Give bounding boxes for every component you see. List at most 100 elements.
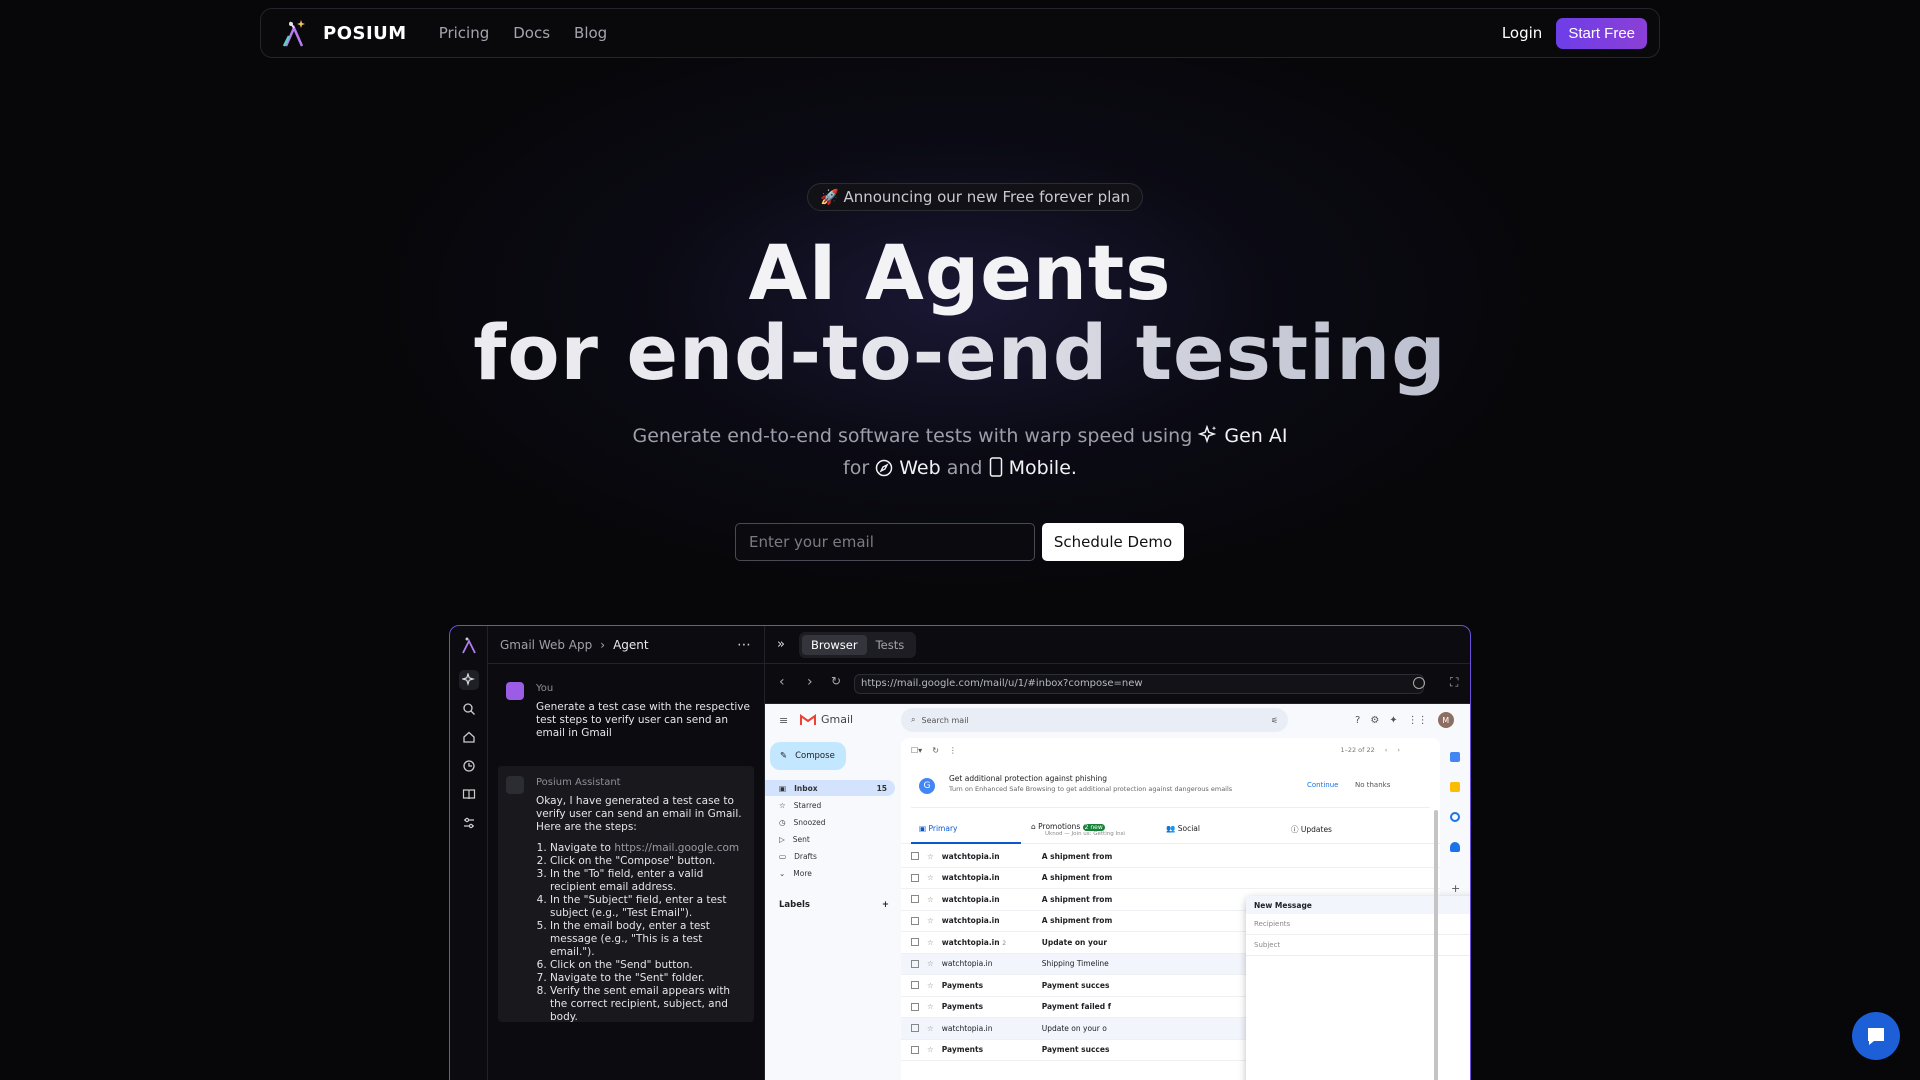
rail-settings-sliders-icon[interactable]: [459, 813, 479, 833]
row-checkbox[interactable]: [911, 895, 919, 904]
nav-link-pricing[interactable]: Pricing: [439, 24, 490, 42]
assistant-intro: Okay, I have generated a test case to ve…: [536, 795, 742, 833]
assistant-label: Posium Assistant: [536, 777, 621, 788]
gmail-nav-drafts[interactable]: ▭ Drafts: [765, 848, 895, 864]
row-star-icon[interactable]: ☆: [927, 852, 934, 861]
gmail-nav-more[interactable]: ⌄ More: [765, 865, 895, 881]
list-scrollbar[interactable]: [1434, 810, 1438, 1080]
gmail-nav-snoozed[interactable]: ◷ Snoozed: [765, 814, 895, 830]
hero-title-line2: for end-to-end testing: [0, 308, 1920, 397]
search-icon: ⌕: [911, 715, 916, 724]
gmail-brand: Gmail: [821, 713, 854, 726]
start-free-button[interactable]: Start Free: [1556, 17, 1647, 49]
announcement-badge[interactable]: 🚀 Announcing our new Free forever plan: [807, 183, 1144, 211]
keep-icon[interactable]: [1450, 782, 1460, 792]
compose-label: Compose: [795, 751, 835, 761]
tab-browser[interactable]: Browser: [801, 634, 867, 655]
help-icon[interactable]: ?: [1355, 715, 1360, 726]
row-subject: A shipment from: [1041, 894, 1113, 904]
gmail-nav-starred[interactable]: ☆ Starred: [765, 797, 895, 813]
row-star-icon[interactable]: ☆: [927, 981, 934, 990]
rail-search-icon[interactable]: [459, 699, 479, 719]
add-app-icon[interactable]: +: [1451, 882, 1460, 895]
row-star-icon[interactable]: ☆: [927, 895, 934, 904]
fullscreen-icon[interactable]: ⛶: [1450, 675, 1458, 690]
more-options-icon[interactable]: ⋯: [737, 637, 752, 653]
rail-home-icon[interactable]: [459, 727, 479, 747]
hamburger-menu-icon[interactable]: ≡: [779, 714, 788, 727]
row-checkbox[interactable]: [911, 959, 919, 968]
login-link[interactable]: Login: [1502, 24, 1542, 42]
tab-promotions[interactable]: ⌂ Promotions 2 new Uknod — Join us: Gett…: [1031, 822, 1125, 837]
url-input[interactable]: https://mail.google.com/mail/u/1/#inbox?…: [854, 674, 1424, 694]
refresh-icon[interactable]: ↻: [932, 746, 939, 755]
apps-grid-icon[interactable]: ⋮⋮: [1408, 715, 1428, 726]
rail-agent-sparkle-icon[interactable]: [459, 670, 479, 690]
gemini-sparkle-icon[interactable]: ✦: [1389, 715, 1397, 726]
sparkle-icon: [1198, 425, 1217, 444]
rail-history-icon[interactable]: [459, 756, 479, 776]
account-avatar[interactable]: M: [1437, 712, 1454, 728]
row-checkbox[interactable]: [911, 1045, 919, 1054]
row-checkbox[interactable]: [911, 1024, 919, 1033]
row-sender: watchtopia.in: [941, 873, 1000, 883]
row-star-icon[interactable]: ☆: [927, 1002, 934, 1011]
row-star-icon[interactable]: ☆: [927, 959, 934, 968]
schedule-demo-button[interactable]: Schedule Demo: [1042, 523, 1184, 561]
collapse-panel-icon[interactable]: »: [777, 637, 785, 652]
hero-title-line1: AI Agents: [748, 228, 1172, 317]
email-row[interactable]: ☆ watchtopia.in A shipment from: [901, 868, 1440, 889]
row-checkbox[interactable]: [911, 916, 919, 925]
gmail-nav-sent[interactable]: ▷ Sent: [765, 831, 895, 847]
gmail-search-bar[interactable]: ⌕ Search mail ⚟: [901, 708, 1288, 732]
row-checkbox[interactable]: [911, 938, 919, 947]
site-info-icon[interactable]: [1413, 677, 1425, 689]
row-checkbox[interactable]: [911, 1002, 919, 1011]
test-step: In the "To" field, enter a valid recipie…: [550, 868, 746, 894]
step-link[interactable]: https://mail.google.com: [614, 842, 739, 854]
nav-actions: Login Start Free: [1502, 17, 1647, 49]
forward-arrow-icon[interactable]: ›: [807, 674, 813, 690]
next-page-icon[interactable]: ›: [1397, 746, 1400, 754]
prev-page-icon[interactable]: ‹: [1385, 746, 1388, 754]
select-all-checkbox[interactable]: ☐▾: [911, 746, 922, 755]
tab-updates[interactable]: ⓘ Updates: [1291, 824, 1332, 835]
row-sender: watchtopia.in 2: [941, 937, 1007, 947]
contacts-icon[interactable]: [1450, 842, 1460, 852]
compose-button[interactable]: ✎ Compose: [770, 742, 846, 770]
nav-link-docs[interactable]: Docs: [513, 24, 550, 42]
tasks-icon[interactable]: [1450, 812, 1460, 822]
gmail-nav-inbox[interactable]: ▣ Inbox 15: [765, 780, 895, 796]
mobile-label: Mobile.: [1008, 457, 1077, 479]
settings-gear-icon[interactable]: ⚙: [1370, 715, 1379, 726]
info-icon: ⓘ: [1291, 825, 1299, 834]
row-star-icon[interactable]: ☆: [927, 916, 934, 925]
email-row[interactable]: ☆ watchtopia.in A shipment from: [901, 846, 1440, 868]
add-label-icon[interactable]: +: [882, 900, 889, 910]
rail-docs-book-icon[interactable]: [459, 784, 479, 804]
email-input[interactable]: [735, 523, 1035, 561]
row-checkbox[interactable]: [911, 981, 919, 990]
row-sender: watchtopia.in: [941, 1023, 993, 1033]
filter-options-icon[interactable]: ⚟: [1271, 716, 1278, 725]
calendar-icon[interactable]: [1450, 752, 1460, 762]
back-arrow-icon[interactable]: ‹: [779, 674, 785, 690]
row-star-icon[interactable]: ☆: [927, 873, 934, 882]
reload-icon[interactable]: ↻: [831, 674, 841, 688]
row-star-icon[interactable]: ☆: [927, 1045, 934, 1054]
tab-primary[interactable]: ▣ Primary: [911, 818, 1021, 844]
tab-social[interactable]: 👥 Social: [1166, 824, 1200, 833]
breadcrumb-project[interactable]: Gmail Web App: [500, 638, 592, 652]
banner-continue-button[interactable]: Continue: [1307, 781, 1338, 789]
banner-dismiss-button[interactable]: No thanks: [1355, 781, 1390, 789]
nav-link-blog[interactable]: Blog: [574, 24, 607, 42]
support-chat-button[interactable]: [1852, 1012, 1900, 1060]
row-star-icon[interactable]: ☆: [927, 938, 934, 947]
more-vertical-icon[interactable]: ⋮: [949, 746, 957, 755]
row-checkbox[interactable]: [911, 873, 919, 882]
tab-tests[interactable]: Tests: [867, 635, 914, 655]
test-step: Verify the sent email appears with the c…: [550, 985, 746, 1024]
row-star-icon[interactable]: ☆: [927, 1024, 934, 1033]
brand-logo[interactable]: POSIUM: [281, 18, 407, 48]
row-checkbox[interactable]: [911, 852, 919, 861]
